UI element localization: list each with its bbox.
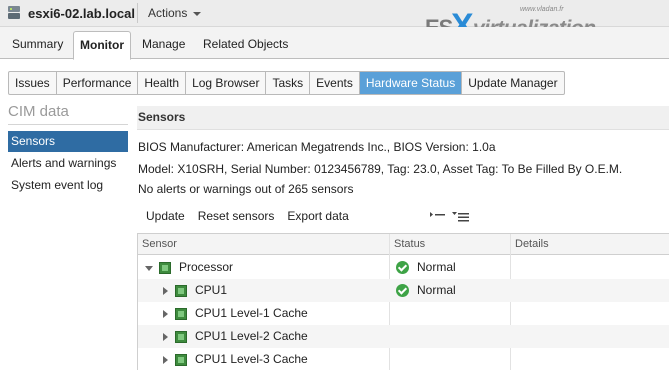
host-server-icon [6, 5, 22, 21]
tab-related-objects[interactable]: Related Objects [197, 31, 294, 59]
update-button[interactable]: Update [146, 209, 185, 223]
main-tabs: Summary Monitor Manage Related Objects [0, 27, 669, 60]
alerts-summary: No alerts or warnings out of 265 sensors [138, 182, 354, 196]
table-row[interactable]: CPU1 Level-1 Cache [138, 302, 669, 325]
sensors-panel-header: Sensors [137, 106, 669, 130]
subtab-issues[interactable]: Issues [9, 72, 57, 94]
expand-arrow-icon[interactable] [163, 356, 168, 364]
subtab-hardware-status[interactable]: Hardware Status [359, 72, 463, 94]
chevron-down-icon [193, 11, 202, 16]
nav-item-system-event-log[interactable]: System event log [8, 175, 128, 196]
processor-chip-icon [175, 354, 187, 366]
host-header: esxi6-02.lab.local [6, 5, 135, 21]
column-header-status[interactable]: Status [390, 234, 510, 255]
export-data-button[interactable]: Export data [287, 209, 348, 223]
sensor-name: Processor [179, 260, 234, 274]
model-info: Model: X10SRH, Serial Number: 0123456789… [138, 162, 623, 176]
sensors-title: Sensors [138, 110, 186, 124]
reset-sensors-button[interactable]: Reset sensors [198, 209, 275, 223]
actions-menu-button[interactable]: Actions [148, 6, 202, 20]
expand-arrow-icon[interactable] [163, 310, 168, 318]
column-header-details[interactable]: Details [511, 234, 669, 255]
subtab-update-manager[interactable]: Update Manager [462, 72, 563, 94]
expand-all-icon[interactable] [452, 210, 470, 224]
grid-header: Sensor Status Details [138, 234, 669, 255]
processor-chip-icon [159, 262, 171, 274]
tab-summary[interactable]: Summary [6, 31, 69, 59]
processor-chip-icon [175, 308, 187, 320]
sensor-name: CPU1 Level-3 Cache [195, 352, 308, 366]
processor-chip-icon [175, 331, 187, 343]
monitor-sub-tabs: Issues Performance Health Log Browser Ta… [8, 71, 565, 95]
sensor-name: CPU1 Level-2 Cache [195, 329, 308, 343]
subtab-log-browser[interactable]: Log Browser [186, 72, 267, 94]
actions-label: Actions [148, 6, 188, 20]
subtab-events[interactable]: Events [310, 72, 360, 94]
table-row[interactable]: CPU1 Level-2 Cache [138, 325, 669, 348]
expand-arrow-icon[interactable] [163, 287, 168, 295]
bios-info: BIOS Manufacturer: American Megatrends I… [138, 140, 496, 154]
processor-chip-icon [175, 285, 187, 297]
sensor-name: CPU1 Level-1 Cache [195, 306, 308, 320]
cim-data-title: CIM data [8, 103, 69, 120]
expand-arrow-icon[interactable] [163, 333, 168, 341]
table-row[interactable]: CPU1 Level-3 Cache [138, 348, 669, 370]
collapse-arrow-icon[interactable] [145, 266, 153, 271]
sensors-toolbar: Update Reset sensors Export data [146, 209, 362, 223]
sensor-status: Normal [417, 283, 456, 297]
host-title: esxi6-02.lab.local [28, 5, 135, 21]
cim-divider [8, 124, 128, 125]
table-row[interactable]: CPU1 Normal [138, 279, 669, 302]
subtab-health[interactable]: Health [138, 72, 187, 94]
check-circle-icon [396, 284, 409, 297]
check-circle-icon [396, 261, 409, 274]
column-header-sensor[interactable]: Sensor [138, 234, 388, 255]
table-row[interactable]: Processor Normal [138, 256, 669, 279]
subtab-tasks[interactable]: Tasks [266, 72, 311, 94]
tab-manage[interactable]: Manage [136, 31, 191, 59]
subtab-performance[interactable]: Performance [57, 72, 139, 94]
nav-item-alerts-and-warnings[interactable]: Alerts and warnings [8, 153, 128, 174]
sensor-name: CPU1 [195, 283, 228, 297]
nav-item-sensors[interactable]: Sensors [8, 131, 128, 152]
sensors-grid: Sensor Status Details Processor Normal C… [137, 233, 669, 370]
logo-url-text: www.vladan.fr [520, 6, 564, 13]
tab-monitor[interactable]: Monitor [73, 31, 131, 60]
header-divider [137, 3, 138, 23]
collapse-all-icon[interactable] [428, 210, 446, 224]
sensor-status: Normal [417, 260, 456, 274]
